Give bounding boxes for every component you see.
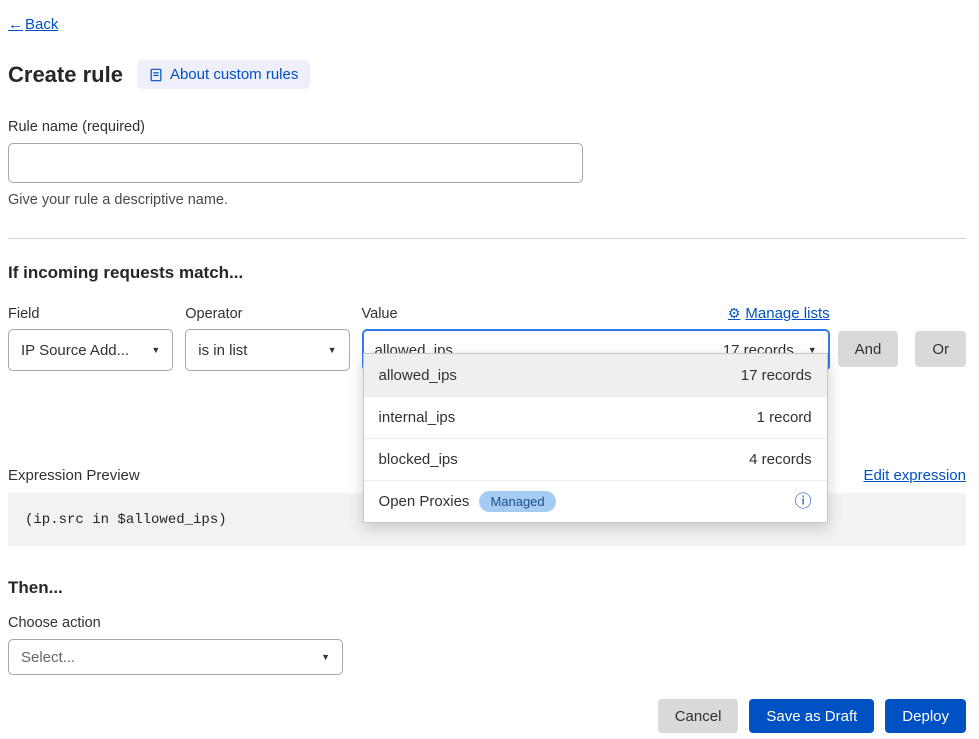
rule-name-helper: Give your rule a descriptive name.	[8, 192, 966, 208]
list-option-name: allowed_ips	[379, 367, 457, 384]
footer-actions: Cancel Save as Draft Deploy	[8, 699, 966, 733]
edit-expression-link[interactable]: Edit expression	[863, 467, 966, 484]
expression-preview-label: Expression Preview	[8, 467, 140, 484]
chevron-down-icon: ▼	[328, 345, 337, 355]
then-section-heading: Then...	[8, 578, 966, 598]
list-option-open-proxies[interactable]: Open Proxies Managed ⓘ	[364, 480, 827, 522]
divider	[8, 238, 966, 239]
and-button[interactable]: And	[838, 331, 899, 367]
list-option-name: Open Proxies	[379, 493, 470, 510]
list-option-name: internal_ips	[379, 409, 456, 426]
list-option-records: 4 records	[749, 451, 812, 468]
back-label: Back	[25, 16, 58, 33]
managed-badge: Managed	[479, 491, 555, 512]
field-select[interactable]: IP Source Add... ▼	[8, 329, 173, 371]
list-dropdown-menu: allowed_ips 17 records internal_ips 1 re…	[363, 353, 828, 523]
title-row: Create rule About custom rules	[8, 60, 966, 89]
info-icon[interactable]: ⓘ	[795, 493, 812, 510]
list-option-records: 17 records	[741, 367, 812, 384]
match-condition-row: Field IP Source Add... ▼ Operator is in …	[8, 305, 966, 371]
create-rule-page: ←Back Create rule About custom rules Rul…	[0, 0, 979, 739]
operator-label: Operator	[185, 306, 349, 322]
deploy-button[interactable]: Deploy	[885, 699, 966, 733]
list-option-allowed-ips[interactable]: allowed_ips 17 records	[364, 354, 827, 396]
about-custom-rules-label: About custom rules	[170, 66, 298, 83]
value-label: Value	[362, 306, 398, 322]
list-option-records: 1 record	[757, 409, 812, 426]
match-section-heading: If incoming requests match...	[8, 263, 966, 283]
back-link[interactable]: ←Back	[8, 16, 58, 33]
docs-icon	[149, 68, 163, 82]
operator-select[interactable]: is in list ▼	[185, 329, 349, 371]
gear-icon: ⚙	[728, 305, 741, 322]
operator-select-value: is in list	[198, 342, 247, 359]
manage-lists-link[interactable]: ⚙Manage lists	[728, 305, 830, 322]
action-select[interactable]: Select... ▼	[8, 639, 343, 675]
field-label: Field	[8, 306, 173, 322]
rule-name-input[interactable]	[8, 143, 583, 183]
rule-name-label: Rule name (required)	[8, 119, 966, 135]
chevron-down-icon: ▼	[151, 345, 160, 355]
chevron-down-icon: ▼	[321, 652, 330, 662]
cancel-button[interactable]: Cancel	[658, 699, 739, 733]
page-title: Create rule	[8, 62, 123, 88]
save-as-draft-button[interactable]: Save as Draft	[749, 699, 874, 733]
manage-lists-label: Manage lists	[745, 305, 829, 322]
choose-action-label: Choose action	[8, 615, 966, 631]
list-option-internal-ips[interactable]: internal_ips 1 record	[364, 396, 827, 438]
or-button[interactable]: Or	[915, 331, 966, 367]
field-select-value: IP Source Add...	[21, 342, 129, 359]
list-option-name: blocked_ips	[379, 451, 458, 468]
action-select-placeholder: Select...	[21, 649, 75, 666]
list-option-blocked-ips[interactable]: blocked_ips 4 records	[364, 438, 827, 480]
back-arrow-icon: ←	[8, 16, 23, 33]
expression-code-text: (ip.src in $allowed_ips)	[25, 512, 227, 528]
about-custom-rules-link[interactable]: About custom rules	[137, 60, 310, 89]
